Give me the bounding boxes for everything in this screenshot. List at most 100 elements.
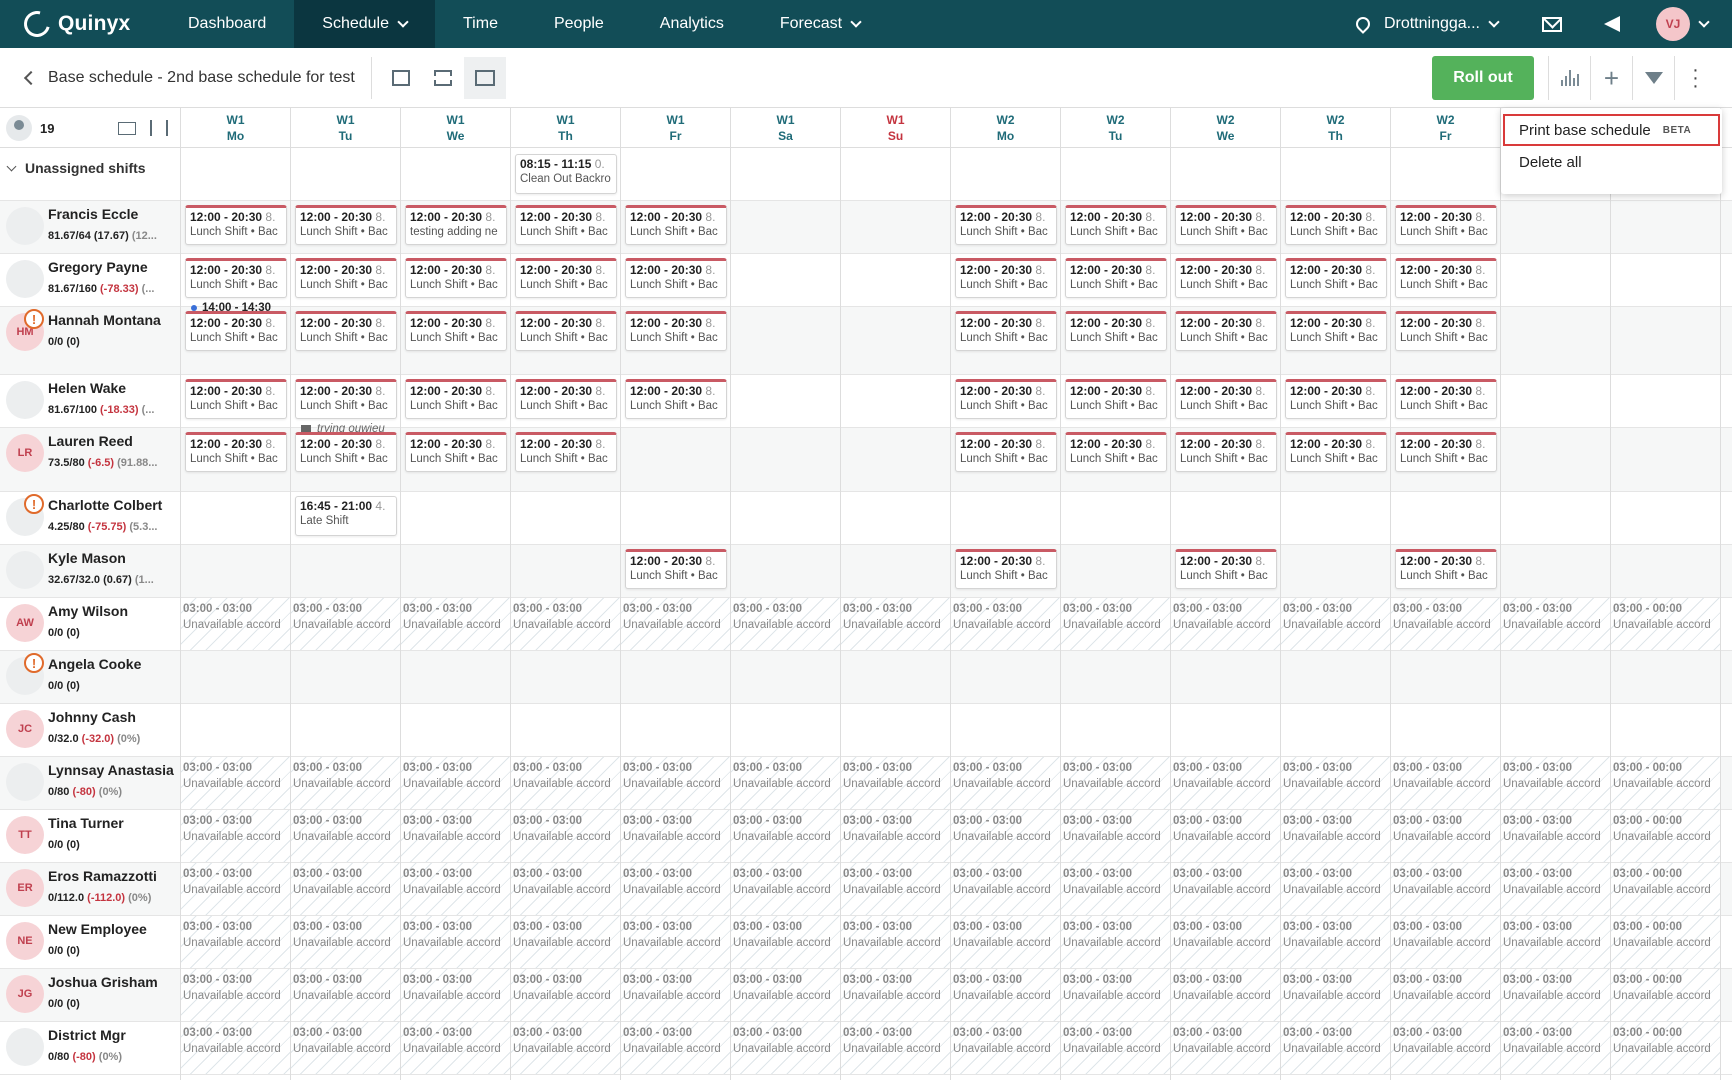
shift-card[interactable]: 12:00 - 20:30 8. Lunch Shift • Bac xyxy=(1285,311,1387,351)
shift-card[interactable]: 12:00 - 20:30 8. Lunch Shift • Bac xyxy=(1395,205,1497,245)
shift-card[interactable]: 12:00 - 20:30 8. Lunch Shift • Bac xyxy=(1175,432,1277,472)
shift-card[interactable]: 12:00 - 20:30 8. Lunch Shift • Bac xyxy=(625,549,727,589)
shift-card[interactable]: 16:45 - 21:00 4. Late Shift xyxy=(295,496,397,536)
unavailability-block[interactable]: 03:00 - 03:00 Unavailable accord xyxy=(1501,810,1610,862)
location-selector[interactable]: Drottningga... xyxy=(1353,14,1522,34)
employee-cell[interactable]: HM! Hannah Montana 0/0 (0) xyxy=(0,307,181,375)
shift-card[interactable]: 12:00 - 20:30 8. Lunch Shift • Bac xyxy=(405,311,507,351)
unavailability-block[interactable]: 03:00 - 03:00 Unavailable accord xyxy=(181,969,290,1021)
shift-card[interactable]: 12:00 - 20:30 8. Lunch Shift • Bac xyxy=(1395,432,1497,472)
day-header[interactable]: W1 Sa xyxy=(731,108,841,148)
period-view-button[interactable] xyxy=(463,56,506,99)
unavailability-block[interactable]: 03:00 - 03:00 Unavailable accord xyxy=(1281,969,1390,1021)
unavailability-block[interactable]: 03:00 - 03:00 Unavailable accord xyxy=(291,598,400,650)
unavailability-block[interactable]: 03:00 - 03:00 Unavailable accord xyxy=(621,969,730,1021)
unavailability-block[interactable]: 03:00 - 03:00 Unavailable accord xyxy=(1281,598,1390,650)
unavailability-block[interactable]: 03:00 - 03:00 Unavailable accord xyxy=(1171,863,1280,915)
shift-card[interactable]: 12:00 - 20:30 8. Lunch Shift • Bac xyxy=(1065,379,1167,419)
unavailability-block[interactable]: 03:00 - 03:00 Unavailable accord xyxy=(841,916,950,968)
shift-card[interactable]: 12:00 - 20:30 8. Lunch Shift • Bac xyxy=(955,379,1057,419)
unavailability-block[interactable]: 03:00 - 03:00 Unavailable accord xyxy=(1391,916,1500,968)
unavailability-block[interactable]: 03:00 - 03:00 Unavailable accord xyxy=(1061,598,1170,650)
shift-card[interactable]: 12:00 - 20:30 8. Lunch Shift • Bac xyxy=(625,258,727,298)
unavailability-block[interactable]: 03:00 - 03:00 Unavailable accord xyxy=(621,1022,730,1074)
unavailability-block[interactable]: 03:00 - 03:00 Unavailable accord xyxy=(291,969,400,1021)
shift-card[interactable]: 12:00 - 20:30 8. testing adding ne xyxy=(405,205,507,245)
employee-cell[interactable]: Francis Eccle 81.67/64 (17.67) (12... xyxy=(0,201,181,254)
unavailability-block[interactable]: 03:00 - 03:00 Unavailable accord xyxy=(621,598,730,650)
nav-item-schedule[interactable]: Schedule xyxy=(294,0,435,48)
unavailability-block[interactable]: 03:00 - 03:00 Unavailable accord xyxy=(291,863,400,915)
day-header[interactable]: W2 Tu xyxy=(1061,108,1171,148)
user-menu[interactable]: VJ xyxy=(1642,7,1732,41)
day-header[interactable]: W1 Mo xyxy=(181,108,291,148)
unavailability-block[interactable]: 03:00 - 03:00 Unavailable accord xyxy=(1391,757,1500,809)
unavailability-block[interactable]: 03:00 - 03:00 Unavailable accord xyxy=(1391,598,1500,650)
statistics-button[interactable] xyxy=(1548,56,1590,100)
unavailability-block[interactable]: 03:00 - 03:00 Unavailable accord xyxy=(511,916,620,968)
unavailability-block[interactable]: 03:00 - 03:00 Unavailable accord xyxy=(951,810,1060,862)
shift-card[interactable]: 12:00 - 20:30 8. Lunch Shift • Bac xyxy=(625,311,727,351)
more-options-button[interactable]: · · · xyxy=(1674,56,1716,100)
unavailability-block[interactable]: 03:00 - 03:00 Unavailable accord xyxy=(1281,863,1390,915)
unavailability-block[interactable]: 03:00 - 03:00 Unavailable accord xyxy=(511,863,620,915)
shift-card[interactable]: 12:00 - 20:30 8. Lunch Shift • Bac xyxy=(955,311,1057,351)
unavailability-block[interactable]: 03:00 - 03:00 Unavailable accord xyxy=(291,1022,400,1074)
shift-card[interactable]: 12:00 - 20:30 8. Lunch Shift • Bac xyxy=(625,379,727,419)
unavailability-block[interactable]: 03:00 - 03:00 Unavailable accord xyxy=(731,598,840,650)
roll-out-button[interactable]: Roll out xyxy=(1432,56,1534,100)
shift-card[interactable]: 12:00 - 20:30 8. Lunch Shift • Bac xyxy=(515,432,617,472)
day-header[interactable]: W1 Su xyxy=(841,108,951,148)
shift-card[interactable]: 12:00 - 20:30 8. Lunch Shift • Bac xyxy=(1175,549,1277,589)
employee-cell[interactable]: AW Amy Wilson 0/0 (0) xyxy=(0,598,181,651)
shift-card[interactable]: 12:00 - 20:30 8. Lunch Shift • Bac xyxy=(1285,205,1387,245)
unavailability-block[interactable]: 03:00 - 03:00 Unavailable accord xyxy=(731,757,840,809)
unavailability-block[interactable]: 03:00 - 03:00 Unavailable accord xyxy=(1061,1022,1170,1074)
unavailability-block[interactable]: 03:00 - 03:00 Unavailable accord xyxy=(841,757,950,809)
shift-card[interactable]: 12:00 - 20:30 8. Lunch Shift • Bac xyxy=(1065,311,1167,351)
shift-card[interactable]: 12:00 - 20:30 8. Lunch Shift • Bac xyxy=(955,432,1057,472)
shift-card[interactable]: 12:00 - 20:30 8. Lunch Shift • Bac xyxy=(515,205,617,245)
employee-cell[interactable]: TT Tina Turner 0/0 (0) xyxy=(0,810,181,863)
day-header[interactable]: W1 Tu xyxy=(291,108,401,148)
employee-cell[interactable]: Gregory Payne 81.67/160 (-78.33) (... xyxy=(0,254,181,307)
unavailability-block[interactable]: 03:00 - 03:00 Unavailable accord xyxy=(401,810,510,862)
shift-card[interactable]: 12:00 - 20:30 8. Lunch Shift • Bac xyxy=(185,432,287,472)
print-base-schedule-item[interactable]: Print base schedule BETA xyxy=(1503,114,1720,146)
unavailability-block[interactable]: 03:00 - 03:00 Unavailable accord xyxy=(1061,810,1170,862)
unavailability-block[interactable]: 03:00 - 03:00 Unavailable accord xyxy=(1391,863,1500,915)
sort-filter-icon[interactable] xyxy=(150,120,169,136)
employee-cell[interactable]: Helen Wake 81.67/100 (-18.33) (... xyxy=(0,375,181,428)
unavailability-block[interactable]: 03:00 - 03:00 Unavailable accord xyxy=(1061,916,1170,968)
unavailability-block[interactable]: 03:00 - 03:00 Unavailable accord xyxy=(511,1022,620,1074)
shift-card[interactable]: 12:00 - 20:30 8. Lunch Shift • Bac xyxy=(1175,379,1277,419)
unavailability-block[interactable]: 03:00 - 03:00 Unavailable accord xyxy=(511,757,620,809)
unavailability-block[interactable]: 03:00 - 03:00 Unavailable accord xyxy=(731,969,840,1021)
unavailability-block[interactable]: 03:00 - 03:00 Unavailable accord xyxy=(511,969,620,1021)
nav-item-analytics[interactable]: Analytics xyxy=(632,0,752,48)
day-header[interactable]: W1 Fr xyxy=(621,108,731,148)
day-header[interactable]: W2 Fr xyxy=(1391,108,1501,148)
shift-card[interactable]: 12:00 - 20:30 8. Lunch Shift • Bac xyxy=(1175,205,1277,245)
employee-cell[interactable]: LR Lauren Reed 73.5/80 (-6.5) (91.88... xyxy=(0,428,181,492)
unavailability-block[interactable]: 03:00 - 03:00 Unavailable accord xyxy=(1061,863,1170,915)
shift-card[interactable]: 12:00 - 20:30 8. Lunch Shift • Bac xyxy=(955,258,1057,298)
unavailability-block[interactable]: 03:00 - 03:00 Unavailable accord xyxy=(841,863,950,915)
unavailability-block[interactable]: 03:00 - 03:00 Unavailable accord xyxy=(951,969,1060,1021)
unavailability-block[interactable]: 03:00 - 00:00 Unavailable accord xyxy=(1611,969,1720,1021)
unavailability-block[interactable]: 03:00 - 00:00 Unavailable accord xyxy=(1611,1022,1720,1074)
shift-card[interactable]: 12:00 - 20:30 8. Lunch Shift • Bac xyxy=(625,205,727,245)
week-view-button[interactable] xyxy=(422,57,464,99)
message-employees-icon[interactable] xyxy=(118,121,137,135)
unavailability-block[interactable]: 03:00 - 03:00 Unavailable accord xyxy=(1281,757,1390,809)
unavailability-block[interactable]: 03:00 - 03:00 Unavailable accord xyxy=(1501,757,1610,809)
unavailability-block[interactable]: 03:00 - 03:00 Unavailable accord xyxy=(621,916,730,968)
delete-all-item[interactable]: Delete all xyxy=(1501,146,1722,178)
shift-card[interactable]: 12:00 - 20:30 8. Lunch Shift • Bac xyxy=(1065,432,1167,472)
shift-card[interactable]: 12:00 - 20:30 8. Lunch Shift • Bac xyxy=(1175,258,1277,298)
unavailability-block[interactable]: 03:00 - 00:00 Unavailable accord xyxy=(1611,810,1720,862)
shift-card[interactable]: 12:00 - 20:30 8. Lunch Shift • Bac xyxy=(955,549,1057,589)
unavailability-block[interactable]: 03:00 - 03:00 Unavailable accord xyxy=(181,810,290,862)
nav-item-forecast[interactable]: Forecast xyxy=(752,0,888,48)
shift-card[interactable]: 12:00 - 20:30 8. Lunch Shift • Bac xyxy=(1065,205,1167,245)
